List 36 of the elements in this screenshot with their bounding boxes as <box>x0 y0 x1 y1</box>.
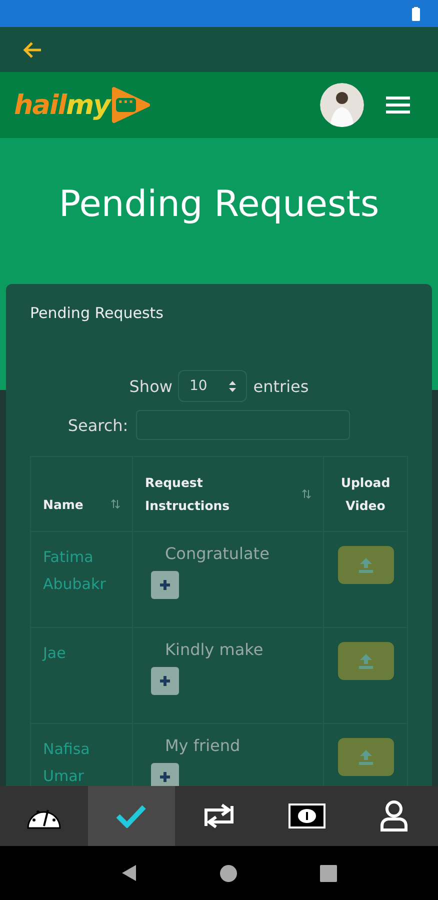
column-header[interactable]: Request Instructions <box>133 457 324 531</box>
expand-button[interactable] <box>151 667 179 695</box>
avatar[interactable] <box>320 83 364 127</box>
page-title: Pending Requests <box>58 184 380 227</box>
column-header[interactable]: Upload Video <box>324 457 407 531</box>
home-icon[interactable] <box>220 864 237 882</box>
show-label: Show <box>129 376 172 396</box>
battery-icon <box>412 6 420 20</box>
plus-icon <box>159 579 171 591</box>
entries-select[interactable]: 10 <box>178 370 248 402</box>
upload-icon <box>356 557 374 573</box>
upload-icon <box>356 653 374 669</box>
instructions-cell-text: My friend <box>165 736 242 755</box>
recents-icon[interactable] <box>320 864 337 882</box>
column-header[interactable]: Name <box>31 457 133 531</box>
plus-icon <box>159 675 171 687</box>
search-label: Search: <box>68 416 128 434</box>
logo-text: hailmy <box>14 90 110 120</box>
instructions-cell-text: Congratulate <box>165 544 270 563</box>
instructions-cell-text: Kindly make <box>165 640 264 659</box>
name-cell-text: Jae <box>43 643 67 664</box>
updown-icon <box>229 380 236 392</box>
menu-icon[interactable] <box>386 96 410 114</box>
checkmark-icon <box>115 804 148 828</box>
card-title: Pending Requests <box>30 304 164 322</box>
upload-icon <box>356 749 374 765</box>
entries-label: entries <box>253 376 309 396</box>
plus-icon <box>159 771 171 783</box>
expand-button[interactable] <box>151 763 179 786</box>
back-icon[interactable] <box>121 864 138 882</box>
name-cell-text: Nafisa Umar <box>43 739 91 786</box>
user-icon <box>380 800 408 832</box>
name-cell-text: Fatima Abubakr <box>43 547 107 595</box>
expand-button[interactable] <box>151 571 179 599</box>
banknote-icon <box>288 803 326 829</box>
back-arrow-icon[interactable] <box>22 40 42 58</box>
